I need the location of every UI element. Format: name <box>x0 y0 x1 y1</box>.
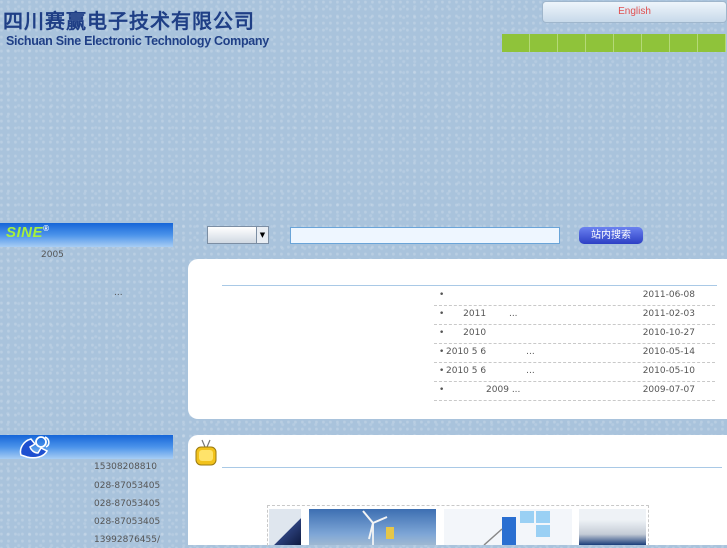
news-date: 2010-05-14 <box>642 347 695 357</box>
bullet-icon: • <box>439 385 445 395</box>
product-thumb-3[interactable] <box>444 509 572 546</box>
contact-line-4: 028-87053405 <box>94 517 161 527</box>
top-nav <box>502 34 726 52</box>
telephone-icon <box>17 435 51 464</box>
nav-item-6[interactable] <box>642 34 670 52</box>
news-title[interactable]: 2010 <box>446 328 486 338</box>
nav-item-7[interactable] <box>670 34 698 52</box>
news-date: 2010-05-10 <box>642 366 695 376</box>
contact-line-2: 028-87053405 <box>94 481 161 491</box>
about-more-link[interactable]: ... <box>114 288 123 298</box>
news-divider <box>222 285 717 286</box>
news-item[interactable]: • 2011 ... 2011-02-03 <box>434 306 715 325</box>
search-input[interactable] <box>290 227 560 244</box>
news-item[interactable]: • 2011-06-08 <box>434 287 715 306</box>
bullet-icon: • <box>439 366 445 376</box>
registered-mark: ® <box>43 224 50 233</box>
products-divider <box>222 467 722 468</box>
news-item[interactable]: • 2009 ... 2009-07-07 <box>434 382 715 401</box>
tv-icon <box>195 439 217 466</box>
english-language-button[interactable]: English <box>542 1 727 23</box>
bullet-icon: • <box>439 347 445 357</box>
news-title[interactable]: 2010 5 6 ... <box>446 347 535 357</box>
contact-line-3: 028-87053405 <box>94 499 161 509</box>
dropdown-arrow-icon[interactable]: ▼ <box>256 227 268 243</box>
nav-item-3[interactable] <box>558 34 586 52</box>
search-category-select[interactable]: ▼ <box>207 226 269 244</box>
news-item[interactable]: • 2010 2010-10-27 <box>434 325 715 344</box>
sine-logo: SINE® <box>6 224 49 241</box>
news-date: 2010-10-27 <box>642 328 695 338</box>
contact-line-5: 13992876455/ <box>94 535 161 545</box>
nav-item-5[interactable] <box>614 34 642 52</box>
news-item[interactable]: • 2010 5 6 ... 2010-05-14 <box>434 344 715 363</box>
site-search-button[interactable]: 站内搜索 <box>579 227 643 244</box>
about-year: 2005 <box>41 250 64 260</box>
nav-item-2[interactable] <box>530 34 558 52</box>
wind-turbine-icon <box>362 510 394 545</box>
product-thumb-1[interactable] <box>269 509 301 545</box>
sine-logo-text: SINE <box>6 224 44 241</box>
bullet-icon: • <box>439 290 445 300</box>
news-date: 2011-02-03 <box>642 309 695 319</box>
nav-item-4[interactable] <box>586 34 614 52</box>
bullet-icon: • <box>439 309 445 319</box>
news-title[interactable]: 2011 ... <box>446 309 517 319</box>
equipment-rack-icon <box>483 511 550 546</box>
nav-item-8[interactable] <box>698 34 726 52</box>
bullet-icon: • <box>439 328 445 338</box>
news-date: 2009-07-07 <box>642 385 695 395</box>
news-date: 2011-06-08 <box>642 290 695 300</box>
company-name-en: Sichuan Sine Electronic Technology Compa… <box>6 34 269 48</box>
company-name-cn: 四川赛赢电子技术有限公司 <box>3 9 255 33</box>
product-thumb-2[interactable] <box>309 509 436 545</box>
news-title[interactable]: 2009 ... <box>446 385 520 395</box>
product-thumb-4[interactable] <box>579 509 646 545</box>
news-title[interactable]: 2010 5 6 ... <box>446 366 535 376</box>
news-item[interactable]: • 2010 5 6 ... 2010-05-10 <box>434 363 715 382</box>
contact-line-1: 15308208810 <box>94 462 157 472</box>
nav-item-1[interactable] <box>502 34 530 52</box>
